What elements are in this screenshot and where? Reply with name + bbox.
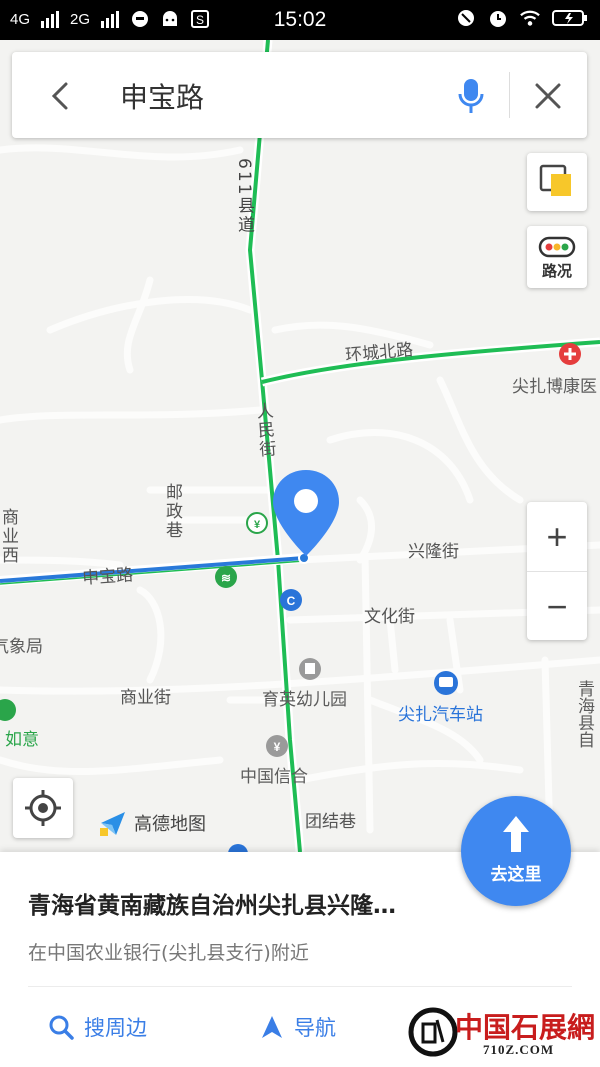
search-divider	[509, 72, 510, 118]
road-label-shangye-xi: 商业西	[0, 508, 18, 565]
zoom-out-button[interactable]: −	[527, 571, 587, 640]
navigate-label: 导航	[294, 1016, 336, 1040]
location-title: 青海省黄南藏族自治州尖扎县兴隆…	[28, 893, 396, 919]
poi-ruyi-label: 如意	[5, 730, 39, 750]
layers-icon	[539, 164, 571, 196]
back-arrow-icon[interactable]	[42, 76, 82, 116]
watermark: 中国石展網 710Z.COM	[405, 1000, 595, 1064]
location-subtitle: 在中国农业银行(尖扎县支行)附近	[28, 942, 309, 964]
battery-icon	[552, 10, 587, 26]
search-icon	[49, 1015, 74, 1040]
road-label-youzheng: 邮政巷	[162, 483, 182, 540]
go-here-label: 去这里	[490, 865, 542, 885]
zoom-in-button[interactable]: +	[527, 502, 587, 571]
map-canvas[interactable]: ¥ ≋ C ¥ 611县道 环城北路 人民街 邮政巷 申宝路 兴隆街 文化街 商…	[0, 40, 600, 852]
watermark-text: 中国石展網	[455, 1011, 596, 1044]
search-nearby-label: 搜周边	[84, 1016, 147, 1040]
road-label-xinglong: 兴隆街	[408, 542, 459, 562]
alarm-icon	[490, 11, 506, 27]
svg-text:≋: ≋	[221, 571, 231, 585]
road-label-county: 611县道	[234, 158, 254, 235]
map-roads: ¥ ≋ C ¥	[0, 40, 600, 852]
svg-text:C: C	[287, 594, 296, 608]
watermark-seal-icon	[408, 1007, 458, 1057]
poi-bus-station-label: 尖扎汽车站	[398, 705, 483, 725]
microphone-icon[interactable]	[456, 76, 486, 116]
traffic-label: 路况	[541, 262, 572, 280]
wifi-icon	[520, 10, 540, 26]
location-pin-icon[interactable]	[271, 468, 341, 560]
poi-hospital-label: 尖扎博康医	[512, 377, 597, 397]
search-bar[interactable]: 申宝路	[12, 52, 587, 138]
map-brand-logo: 高德地图	[98, 808, 206, 838]
locate-icon	[25, 790, 61, 826]
zoom-controls: + −	[527, 502, 587, 640]
brand-name: 高德地图	[134, 814, 206, 835]
close-icon[interactable]	[528, 76, 568, 116]
status-bar: 4G 2G S 15:02	[0, 0, 600, 40]
watermark-url: 710Z.COM	[483, 1042, 555, 1057]
card-divider	[28, 986, 572, 987]
poi-county-label: 青海县自	[574, 680, 594, 748]
navigate-button[interactable]: 导航	[260, 1012, 336, 1042]
search-query-text[interactable]: 申宝路	[120, 76, 204, 116]
road-label-renmin: 人民街	[252, 401, 276, 460]
vibrate-icon	[458, 10, 474, 26]
search-nearby-button[interactable]: 搜周边	[48, 1012, 147, 1042]
amap-logo-icon	[100, 812, 125, 836]
road-label-tuanjie: 团结巷	[305, 812, 356, 832]
poi-kindergarten-label: 育英幼儿园	[262, 690, 347, 710]
traffic-toggle-button[interactable]: 路况	[527, 226, 587, 288]
poi-weather-label: 气象局	[0, 637, 43, 657]
svg-text:¥: ¥	[274, 740, 281, 754]
go-here-button[interactable]: 去这里	[461, 796, 571, 906]
road-label-wenhua: 文化街	[364, 607, 415, 627]
road-label-shenbao: 申宝路	[81, 565, 134, 589]
map-layers-button[interactable]	[527, 153, 587, 211]
svg-text:¥: ¥	[254, 519, 261, 531]
poi-credit-label: 中国信合	[240, 767, 308, 787]
navigation-arrow-icon	[262, 1016, 282, 1038]
road-label-shangye: 商业街	[120, 688, 171, 708]
my-location-button[interactable]	[13, 778, 73, 838]
